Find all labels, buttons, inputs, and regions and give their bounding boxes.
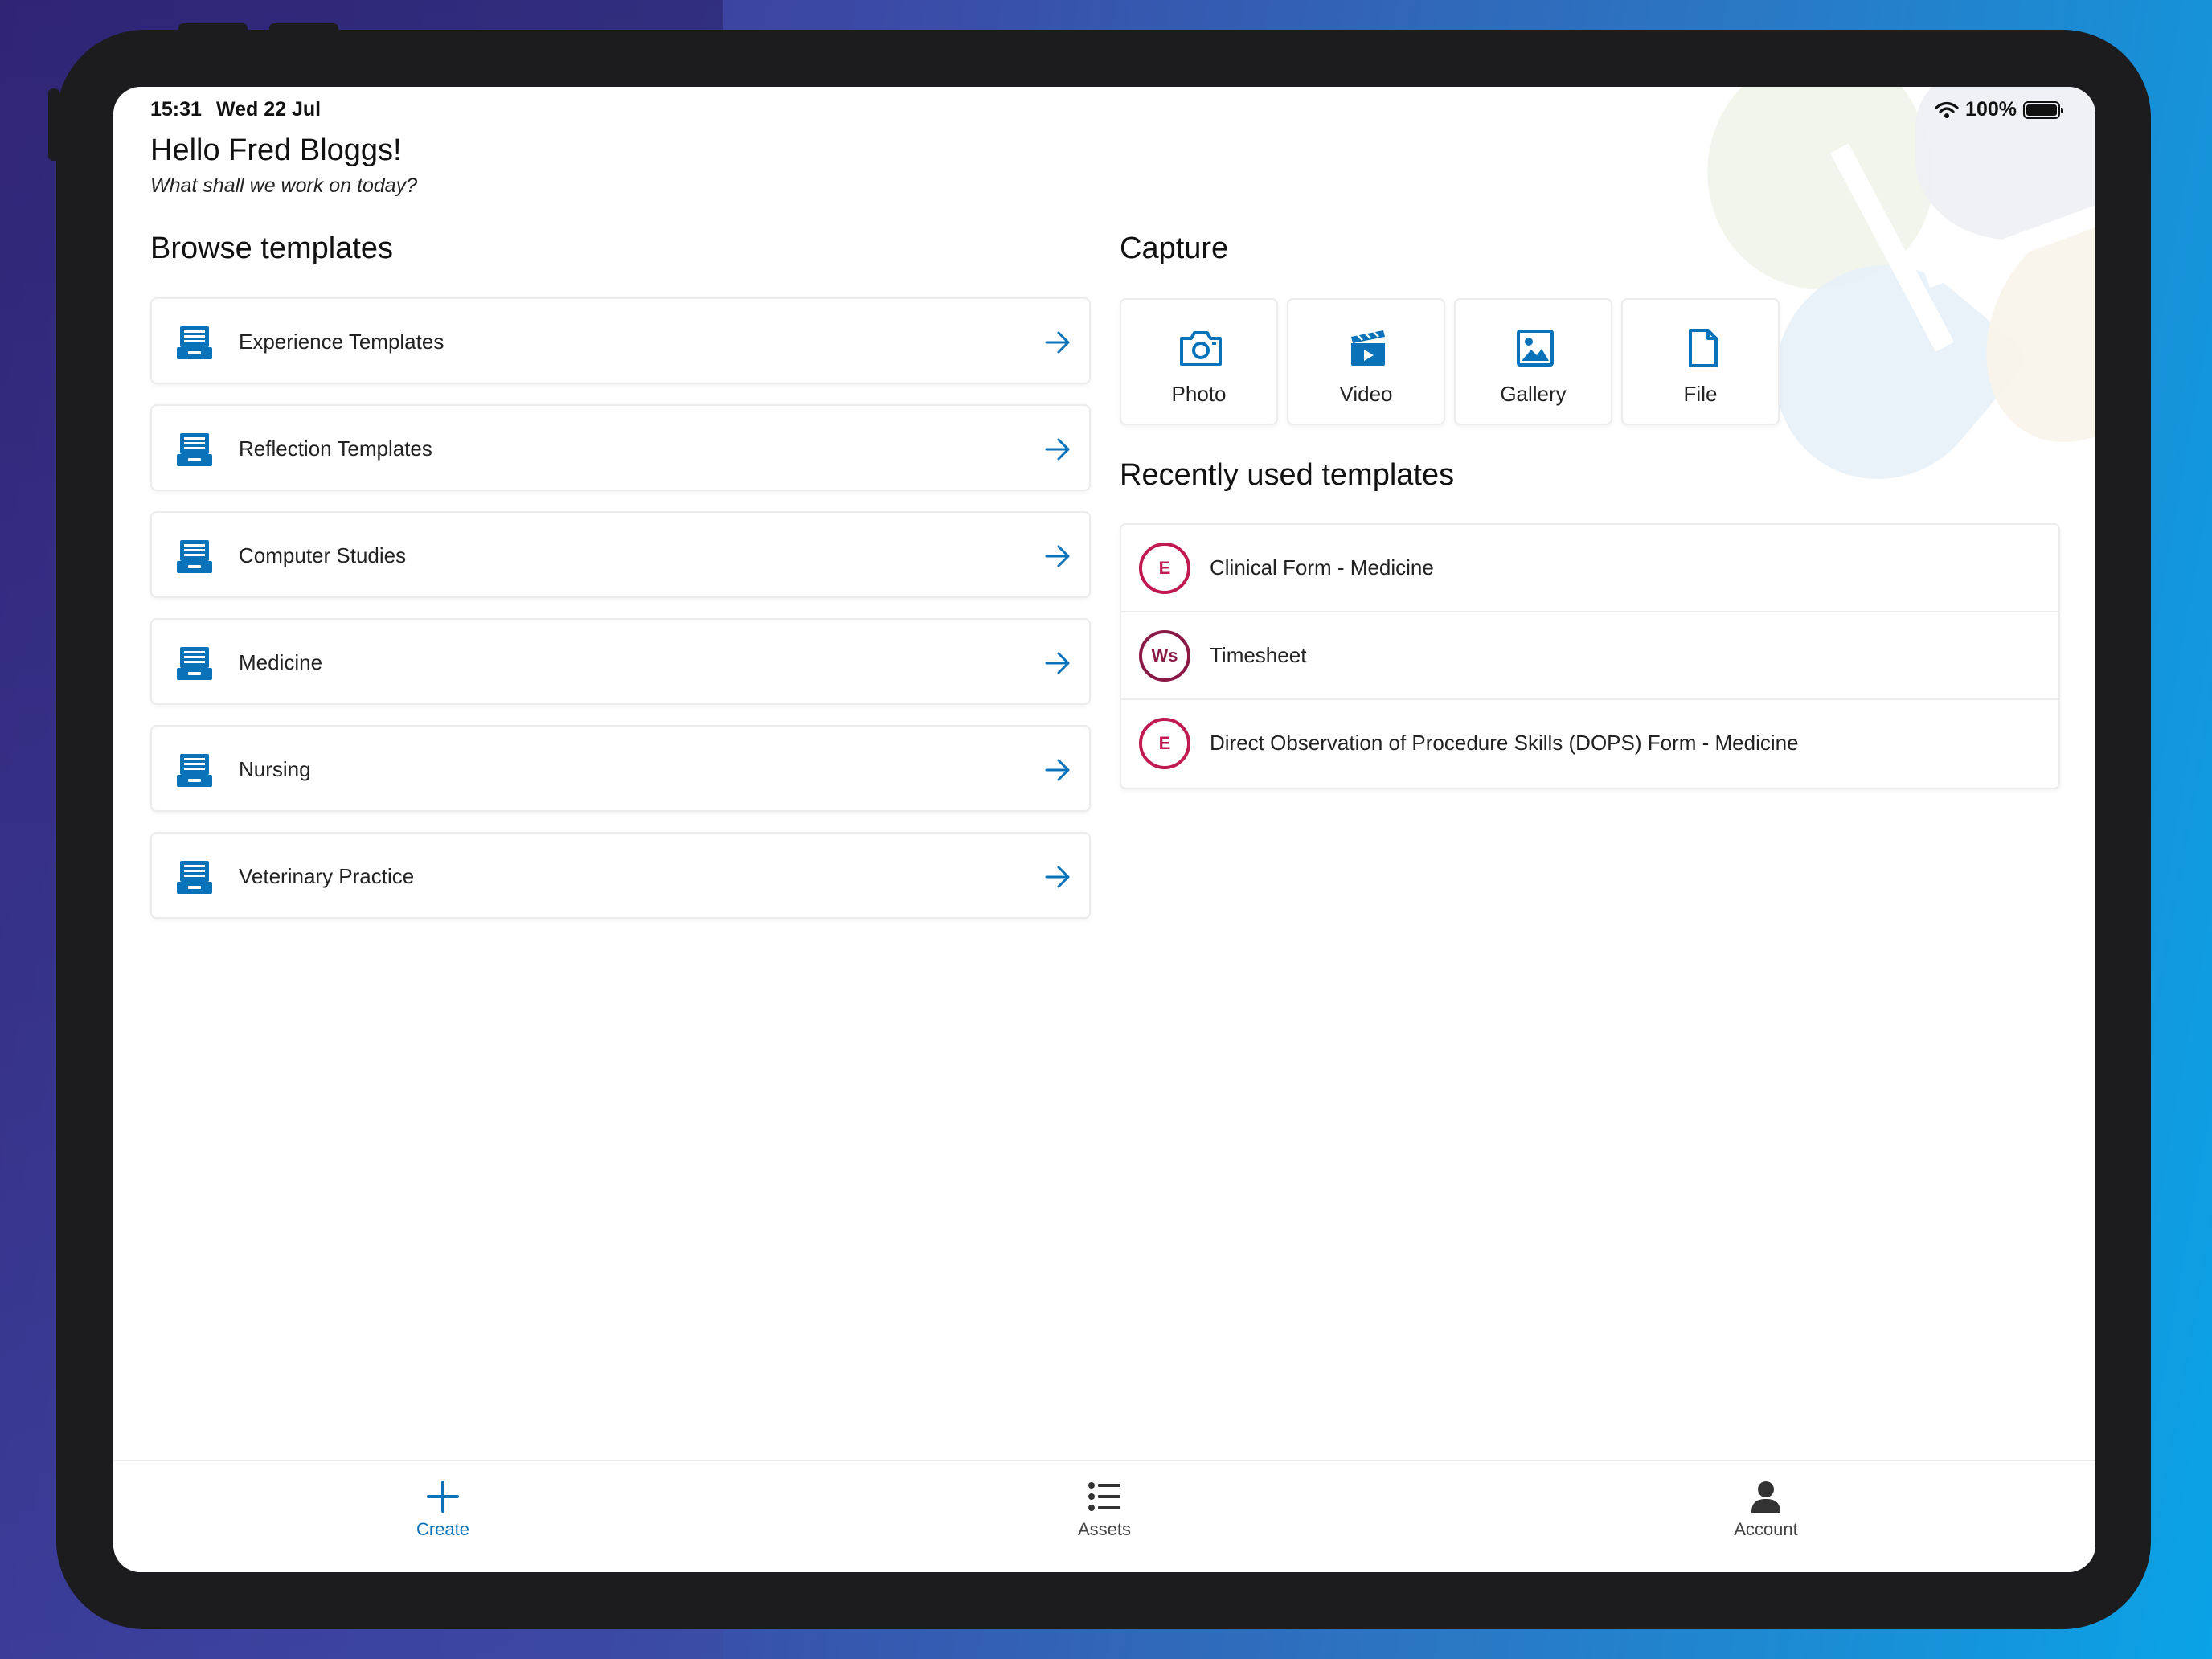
tab-assets[interactable]: Assets <box>1024 1479 1185 1540</box>
tab-account[interactable]: Account <box>1686 1479 1846 1540</box>
greeting-subtitle: What shall we work on today? <box>150 174 418 197</box>
template-drawer-icon <box>177 326 212 359</box>
battery-icon <box>2023 100 2063 119</box>
template-type-badge: E <box>1139 718 1190 769</box>
browse-item-label: Nursing <box>239 757 311 781</box>
browse-item-label: Medicine <box>239 650 323 674</box>
status-bar-left: 15:31 Wed 22 Jul <box>150 98 321 121</box>
tab-label: Account <box>1734 1519 1798 1539</box>
tab-label: Create <box>416 1519 470 1539</box>
status-date: Wed 22 Jul <box>215 98 322 121</box>
capture-file-button[interactable]: File <box>1621 298 1780 425</box>
capture-title: Capture <box>1120 231 1229 265</box>
recent-list: E Clinical Form - Medicine Ws Timesheet … <box>1120 523 2060 789</box>
recent-item-dops-form[interactable]: E Direct Observation of Procedure Skills… <box>1121 700 2058 788</box>
capture-photo-button[interactable]: Photo <box>1120 298 1278 425</box>
arrow-right-icon <box>1045 545 1070 567</box>
capture-label: Photo <box>1171 382 1227 406</box>
browse-item-medicine[interactable]: Medicine <box>150 618 1091 705</box>
browse-item-reflection-templates[interactable]: Reflection Templates <box>150 404 1091 491</box>
browse-item-label: Computer Studies <box>239 543 407 567</box>
arrow-right-icon <box>1045 652 1070 674</box>
capture-label: Gallery <box>1500 382 1567 406</box>
template-drawer-icon <box>177 540 212 573</box>
tab-bar: Create Assets Account <box>113 1460 2095 1572</box>
image-icon <box>1517 330 1554 367</box>
browse-title: Browse templates <box>150 231 394 265</box>
capture-label: File <box>1683 382 1718 406</box>
capture-gallery-button[interactable]: Gallery <box>1454 298 1612 425</box>
browse-item-veterinary-practice[interactable]: Veterinary Practice <box>150 832 1091 919</box>
capture-label: Video <box>1339 382 1393 406</box>
browse-item-label: Veterinary Practice <box>239 864 415 888</box>
recent-item-timesheet[interactable]: Ws Timesheet <box>1121 612 2058 700</box>
browse-item-label: Experience Templates <box>239 330 444 354</box>
recent-title: Recently used templates <box>1120 458 1455 492</box>
wifi-icon <box>1935 101 1959 118</box>
browse-item-label: Reflection Templates <box>239 436 432 461</box>
arrow-right-icon <box>1045 438 1070 461</box>
camera-icon <box>1180 331 1222 366</box>
video-clapper-icon <box>1351 330 1385 366</box>
list-icon <box>1088 1482 1120 1511</box>
greeting-title: Hello Fred Bloggs! <box>150 133 402 167</box>
template-drawer-icon <box>177 754 212 787</box>
greeting: Hello Fred Bloggs! What shall we work on… <box>150 133 417 198</box>
app-screen: 15:31 Wed 22 Jul 100% Hello Fred Bloggs!… <box>113 87 2095 1572</box>
browse-item-nursing[interactable]: Nursing <box>150 725 1091 812</box>
status-time: 15:31 <box>150 98 202 121</box>
file-icon <box>1689 329 1718 367</box>
template-drawer-icon <box>177 861 212 894</box>
arrow-right-icon <box>1045 759 1070 781</box>
template-drawer-icon <box>177 647 212 680</box>
recent-item-label: Direct Observation of Procedure Skills (… <box>1210 731 1799 755</box>
arrow-right-icon <box>1045 331 1070 354</box>
status-bar-right: 100% <box>1935 98 2063 121</box>
person-icon <box>1751 1481 1780 1513</box>
browse-item-experience-templates[interactable]: Experience Templates <box>150 297 1091 384</box>
template-drawer-icon <box>177 433 212 466</box>
browse-item-computer-studies[interactable]: Computer Studies <box>150 511 1091 598</box>
tab-create[interactable]: Create <box>363 1479 523 1540</box>
recent-item-label: Clinical Form - Medicine <box>1210 555 1434 580</box>
plus-icon <box>427 1481 459 1513</box>
battery-percent: 100% <box>1965 98 2017 121</box>
recent-item-clinical-form[interactable]: E Clinical Form - Medicine <box>1121 525 2058 612</box>
template-type-badge: Ws <box>1139 630 1190 682</box>
capture-video-button[interactable]: Video <box>1287 298 1445 425</box>
template-type-badge: E <box>1139 543 1190 594</box>
arrow-right-icon <box>1045 866 1070 888</box>
recent-item-label: Timesheet <box>1210 643 1307 667</box>
tab-label: Assets <box>1077 1519 1132 1539</box>
